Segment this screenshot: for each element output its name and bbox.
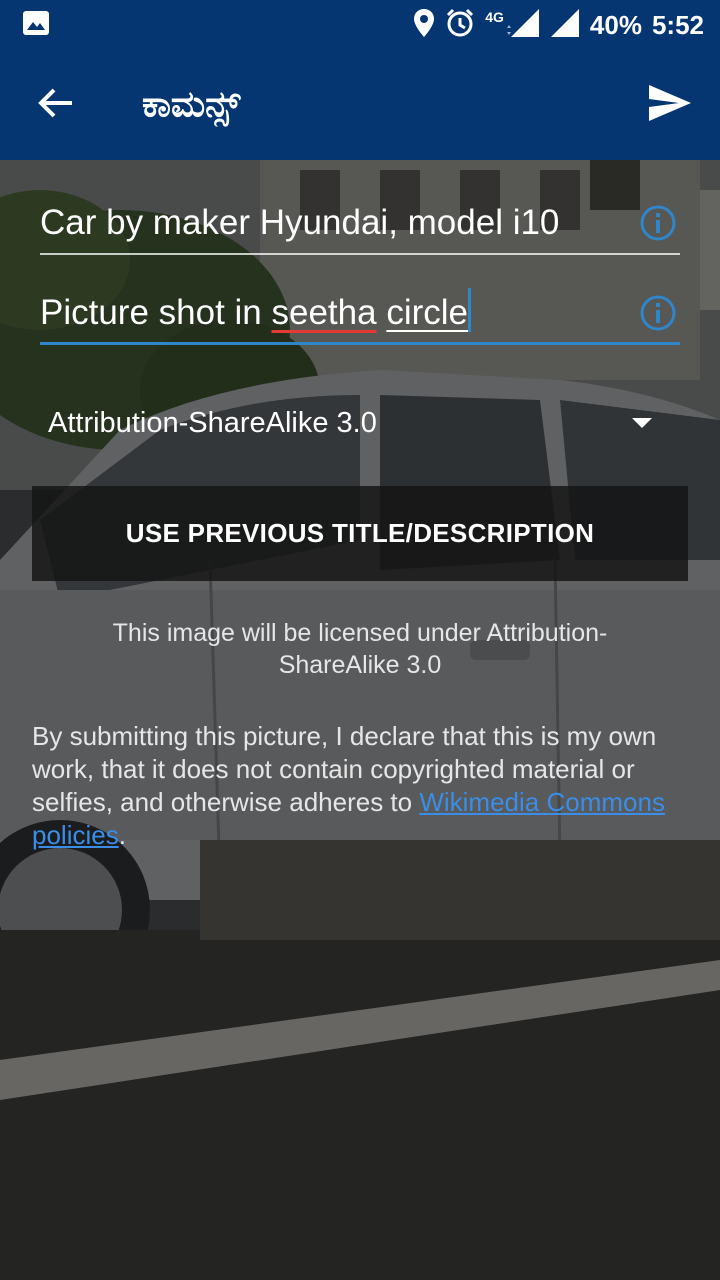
license-dropdown[interactable]: Attribution-ShareAlike 3.0 (32, 390, 668, 456)
location-icon (413, 8, 435, 43)
send-icon (648, 84, 692, 127)
page-title: ಕಾಮನ್ಸ್ (142, 84, 241, 125)
declaration-text: By submitting this picture, I declare th… (32, 720, 688, 852)
title-field[interactable]: Car by maker Hyundai, model i10 (40, 185, 680, 255)
text-cursor (468, 288, 472, 332)
info-icon (638, 205, 678, 247)
image-icon (22, 10, 50, 41)
declaration-end: . (118, 820, 126, 850)
description-space (377, 293, 387, 332)
network-type: 4G (485, 9, 504, 25)
description-prefix: Picture shot in (40, 293, 272, 332)
alarm-icon (445, 8, 475, 43)
arrow-left-icon (38, 85, 74, 126)
signal-icon (506, 8, 540, 43)
license-selected-value: Attribution-ShareAlike 3.0 (48, 406, 377, 439)
dropdown-arrow-icon (632, 418, 652, 428)
title-info-button[interactable] (638, 203, 678, 243)
status-bar: 4G 40% 5:52 (0, 0, 720, 50)
use-previous-label: USE PREVIOUS TITLE/DESCRIPTION (125, 518, 595, 548)
description-underline (40, 342, 680, 345)
use-previous-button[interactable]: USE PREVIOUS TITLE/DESCRIPTION (32, 486, 688, 581)
clock: 5:52 (651, 9, 704, 40)
description-word-composing: circle (386, 293, 469, 332)
send-button[interactable] (620, 50, 720, 160)
description-field[interactable]: Picture shot in seetha circle (40, 275, 680, 345)
app-toolbar: ಕಾಮನ್ಸ್ (0, 50, 720, 160)
description-input[interactable]: Picture shot in seetha circle (40, 288, 472, 333)
info-icon (638, 295, 678, 337)
description-info-button[interactable] (638, 293, 678, 333)
title-underline (40, 253, 680, 255)
license-note: This image will be licensed under Attrib… (112, 619, 608, 679)
description-word-misspelled: seetha (271, 293, 377, 332)
battery-percent: 40% (589, 9, 642, 40)
back-button[interactable] (0, 50, 112, 160)
title-input[interactable]: Car by maker Hyundai, model i10 (40, 203, 559, 243)
cell-signal-icon (550, 8, 580, 43)
